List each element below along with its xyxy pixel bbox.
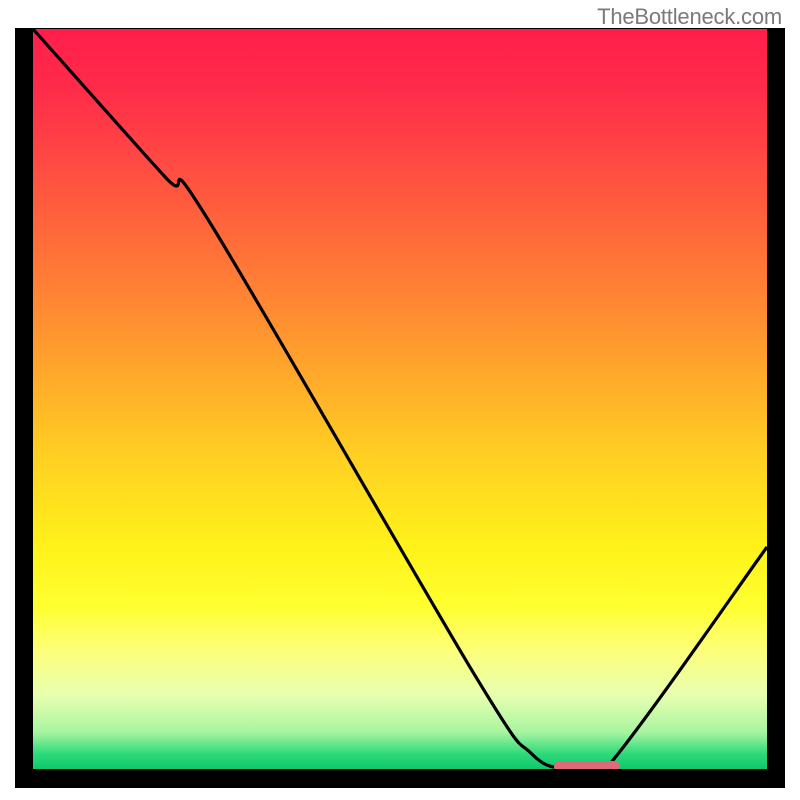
optimal-marker <box>554 761 620 769</box>
watermark-text: TheBottleneck.com <box>597 4 782 30</box>
plot-area <box>33 29 767 769</box>
bottleneck-curve <box>33 29 767 769</box>
plot-frame <box>15 28 785 788</box>
chart-container: TheBottleneck.com <box>0 0 800 800</box>
